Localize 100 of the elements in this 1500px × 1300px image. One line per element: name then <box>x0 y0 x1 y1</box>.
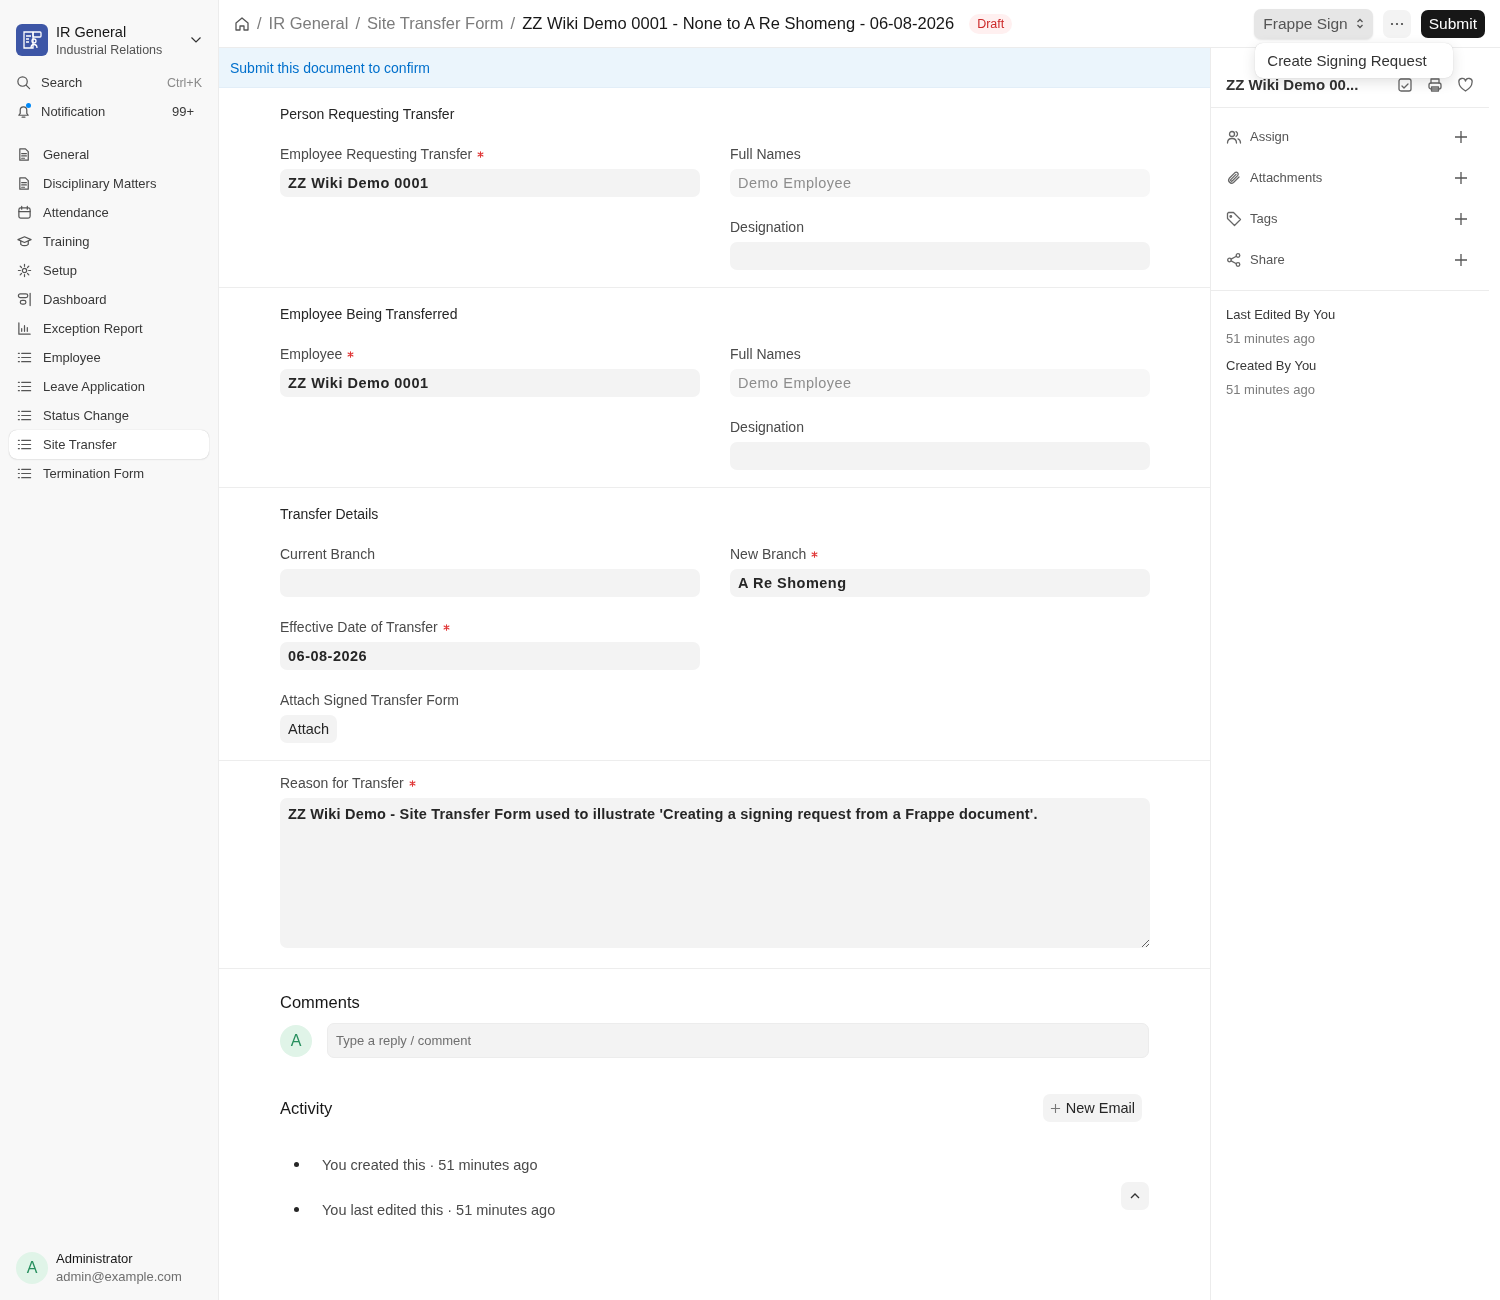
paperclip-icon <box>1226 169 1242 186</box>
breadcrumb-link[interactable]: Site Transfer Form <box>367 14 504 33</box>
field-label: Effective Date of Transfer <box>280 619 438 635</box>
section-title: Transfer Details <box>280 506 380 522</box>
share-icon <box>1226 251 1242 268</box>
search-icon <box>16 75 31 90</box>
sidebar-item[interactable]: General <box>9 140 209 169</box>
breadcrumb-separator: / <box>257 14 262 33</box>
list-icon <box>17 379 32 394</box>
avatar: A <box>280 1024 312 1057</box>
meta-time: 51 minutes ago <box>1226 331 1316 346</box>
sidebar-item[interactable]: Dashboard <box>9 285 209 314</box>
attach-button[interactable]: Attach <box>280 715 338 743</box>
gear-icon <box>17 263 32 278</box>
field-label: Full Names <box>730 346 801 362</box>
panel-link[interactable]: Attachments <box>1250 170 1323 185</box>
sidebar-item[interactable]: Disciplinary Matters <box>9 169 209 198</box>
graduation-cap-icon <box>17 234 32 249</box>
menu-item[interactable]: Create Signing Request <box>1259 46 1450 74</box>
dashboard-icon <box>17 292 32 307</box>
document-name: ZZ Wiki Demo 00... <box>1226 76 1360 93</box>
plus-icon[interactable] <box>1454 129 1468 144</box>
chevron-down-icon[interactable] <box>190 36 202 44</box>
calendar-icon <box>17 205 32 220</box>
field-label: Designation <box>730 419 804 435</box>
tag-icon <box>1226 210 1242 227</box>
input-field[interactable]: A Re Shomeng <box>730 569 1150 597</box>
sidebar-item[interactable]: Site Transfer <box>9 430 209 459</box>
field-label: Employee <box>280 346 343 362</box>
collapse-button[interactable] <box>1121 1182 1149 1210</box>
breadcrumb-separator: / <box>355 14 360 33</box>
input-field[interactable]: ZZ Wiki Demo 0001 <box>280 169 700 197</box>
sidebar-item[interactable]: Status Change <box>9 401 209 430</box>
timeline-dot <box>294 1207 299 1212</box>
field-label: Current Branch <box>280 546 375 562</box>
app-logo-icon <box>16 24 48 56</box>
field-label: Reason for Transfer <box>280 775 404 791</box>
submit-button[interactable]: Submit <box>1420 9 1485 38</box>
shortcut-hint: Ctrl+K <box>166 75 202 90</box>
sidebar-item[interactable]: Setup <box>9 256 209 285</box>
plus-icon <box>1049 1102 1061 1114</box>
print-icon[interactable] <box>1427 76 1443 93</box>
field-label: Full Names <box>730 146 801 162</box>
app-subtitle: Industrial Relations <box>56 42 164 57</box>
avatar[interactable]: A <box>16 1251 48 1284</box>
textarea-field[interactable]: ZZ Wiki Demo - Site Transfer Form used to illustrate 'Creating a signing request from a Frappe document'. <box>280 798 1150 948</box>
chevron-up-icon <box>1130 1193 1140 1199</box>
sidebar-item[interactable]: Termination Form <box>9 459 209 488</box>
new-email-button[interactable]: New Email <box>1042 1094 1142 1122</box>
breadcrumb-separator: / <box>510 14 516 33</box>
dropdown-button[interactable]: Frappe Sign <box>1254 8 1373 39</box>
plus-icon[interactable] <box>1454 252 1468 267</box>
meta-time: 51 minutes ago <box>1226 382 1316 397</box>
status-label: Draft <box>969 13 1013 34</box>
document-icon <box>17 176 32 191</box>
field-label: Attach Signed Transfer Form <box>280 692 459 708</box>
sidebar-item[interactable]: Exception Report <box>9 314 209 343</box>
comment-field[interactable]: Type a reply / comment <box>327 1023 1149 1058</box>
list-icon <box>17 466 32 481</box>
breadcrumb-link[interactable]: IR General <box>268 14 349 33</box>
notification-count: 99+ <box>171 104 194 119</box>
section-title: Employee Being Transferred <box>280 306 459 322</box>
meta-label: Last Edited By You <box>1226 307 1337 322</box>
timeline-dot <box>294 1162 299 1167</box>
plus-icon[interactable] <box>1454 211 1468 226</box>
app-title: IR General <box>56 23 128 40</box>
more-icon <box>1389 21 1404 26</box>
list-icon <box>17 437 32 452</box>
sidebar-item[interactable]: Employee <box>9 343 209 372</box>
panel-link[interactable]: Tags <box>1250 211 1278 226</box>
field-label: New Branch <box>730 546 807 562</box>
notice-text: Submit this document to confirm <box>230 59 430 76</box>
notification-link[interactable]: Notification 99+ <box>9 97 209 126</box>
sidebar-item[interactable]: Attendance <box>9 198 209 227</box>
bell-icon <box>16 104 31 119</box>
panel-link[interactable]: Assign <box>1250 129 1290 144</box>
caret-icon <box>1355 18 1364 29</box>
meta-label: Created By You <box>1226 358 1318 373</box>
field-label: Employee Requesting Transfer <box>280 146 473 162</box>
document-title: ZZ Wiki Demo 0001 - None to A Re Shomeng - 06-08-2026 <box>522 14 955 33</box>
user-name: Administrator <box>56 1251 134 1266</box>
sidebar-item[interactable]: Training <box>9 227 209 256</box>
comments-heading: Comments <box>280 993 361 1012</box>
user-email: admin@example.com <box>56 1269 182 1284</box>
heart-icon[interactable] <box>1457 76 1474 93</box>
field-label: Designation <box>730 219 804 235</box>
activity-text: You last edited this · 51 minutes ago <box>322 1201 556 1218</box>
panel-link[interactable]: Share <box>1250 252 1285 267</box>
section-title: Person Requesting Transfer <box>280 106 456 122</box>
activity-text: You created this · 51 minutes ago <box>322 1156 538 1173</box>
document-icon <box>17 147 32 162</box>
list-icon <box>17 408 32 423</box>
input-field[interactable]: 06-08-2026 <box>280 642 700 670</box>
search-link[interactable]: Search Ctrl+K <box>9 68 209 97</box>
activity-heading: Activity <box>280 1098 333 1118</box>
users-icon <box>1226 128 1242 145</box>
input-field[interactable]: ZZ Wiki Demo 0001 <box>280 369 700 397</box>
home-icon[interactable] <box>234 15 250 32</box>
sidebar-item[interactable]: Leave Application <box>9 372 209 401</box>
plus-icon[interactable] <box>1454 170 1468 185</box>
